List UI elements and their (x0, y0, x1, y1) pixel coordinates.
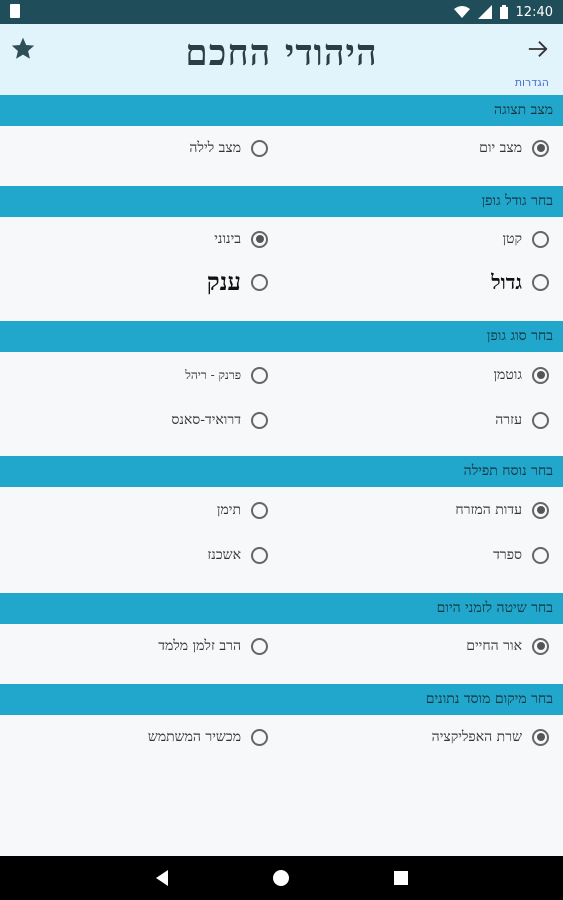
option-font-medium[interactable]: בינוני (214, 227, 268, 251)
option-label: בינוני (214, 230, 241, 247)
option-label: ספרד (493, 546, 522, 563)
option-font-small[interactable]: קטן (502, 227, 549, 251)
section-header-font-type: בחר סוג גופן (0, 321, 563, 352)
status-bar: 12:40 (0, 0, 563, 24)
option-zmanim-rav-melamed[interactable]: הרב זלמן מלמד (158, 634, 268, 658)
radio-button[interactable] (532, 637, 549, 655)
status-time: 12:40 (515, 4, 553, 20)
radio-button[interactable] (532, 273, 549, 291)
nav-bar (0, 856, 563, 900)
radio-button[interactable] (532, 230, 549, 248)
radio-button[interactable] (251, 728, 268, 746)
option-label: דרואיד-סאנס (171, 411, 241, 428)
section-header-display-mode: מצב תצוגה (0, 95, 563, 126)
option-prayer-sfard[interactable]: ספרד (493, 543, 549, 567)
option-prayer-teiman[interactable]: תימן (217, 498, 268, 522)
option-day-mode[interactable]: מצב יום (479, 136, 549, 160)
section-header-font-size: בחר גודל גופן (0, 186, 563, 217)
option-night-mode[interactable]: מצב לילה (189, 136, 268, 160)
option-data-app-server[interactable]: שרת האפליקציה (432, 725, 549, 749)
signal-icon (477, 5, 492, 19)
option-label: מצב לילה (189, 139, 241, 156)
radio-button[interactable] (251, 546, 268, 564)
option-label: מצב יום (479, 139, 522, 156)
option-font-gutman[interactable]: גוטמן (493, 363, 549, 387)
radio-button[interactable] (251, 501, 268, 519)
page-title: היהודי החכם (185, 32, 378, 74)
option-label: הרב זלמן מלמד (158, 637, 241, 654)
app-header: היהודי החכם הגדרות (0, 24, 563, 95)
section-header-zmanim-method: בחר שיטה לזמני היום (0, 593, 563, 624)
back-arrow-icon[interactable] (527, 38, 549, 60)
nav-back-icon[interactable] (156, 870, 168, 886)
radio-button[interactable] (251, 637, 268, 655)
radio-button[interactable] (532, 411, 549, 429)
option-data-user-device[interactable]: מכשיר המשתמש (148, 725, 268, 749)
radio-button[interactable] (251, 273, 268, 291)
section-header-data-location: בחר מיקום מוסד נתונים (0, 684, 563, 715)
option-label: פרנק - ריהל (185, 367, 241, 382)
radio-button[interactable] (532, 728, 549, 746)
wifi-icon (453, 6, 470, 18)
option-label: מכשיר המשתמש (147, 728, 241, 745)
option-label: אשכנז (207, 546, 241, 563)
option-zmanim-or-hachaim[interactable]: אור החיים (466, 634, 549, 658)
option-label: גדול (491, 269, 522, 294)
radio-button[interactable] (532, 366, 549, 384)
option-font-ezra[interactable]: עזרה (495, 408, 549, 432)
sd-card-icon (10, 4, 20, 18)
option-label: תימן (216, 501, 241, 518)
option-font-huge[interactable]: ענק (206, 267, 268, 296)
option-font-droid-sans[interactable]: דרואיד-סאנס (171, 408, 268, 432)
option-label: קטן (502, 230, 522, 247)
nav-home-icon[interactable] (273, 870, 289, 886)
radio-button[interactable] (251, 230, 268, 248)
option-font-frank-ruhl[interactable]: פרנק - ריהל (185, 363, 268, 387)
option-label: עזרה (495, 411, 522, 428)
option-prayer-edot-hamizrach[interactable]: עדות המזרח (455, 498, 549, 522)
battery-icon (499, 5, 508, 19)
section-header-prayer-version: בחר נוסח תפילה (0, 456, 563, 487)
radio-button[interactable] (251, 139, 268, 157)
option-label: גוטמן (493, 366, 522, 383)
radio-button[interactable] (532, 501, 549, 519)
option-label: שרת האפליקציה (431, 728, 522, 745)
option-font-large[interactable]: גדול (491, 270, 549, 294)
radio-button[interactable] (532, 546, 549, 564)
settings-link[interactable]: הגדרות (515, 76, 549, 89)
option-label: עדות המזרח (455, 501, 522, 518)
radio-button[interactable] (532, 139, 549, 157)
option-label: אור החיים (466, 637, 522, 654)
nav-recents-icon[interactable] (394, 871, 408, 885)
option-prayer-ashkenaz[interactable]: אשכנז (207, 543, 268, 567)
status-bar-right: 12:40 (453, 3, 553, 21)
option-label: ענק (206, 267, 241, 296)
radio-button[interactable] (251, 366, 268, 384)
radio-button[interactable] (251, 411, 268, 429)
